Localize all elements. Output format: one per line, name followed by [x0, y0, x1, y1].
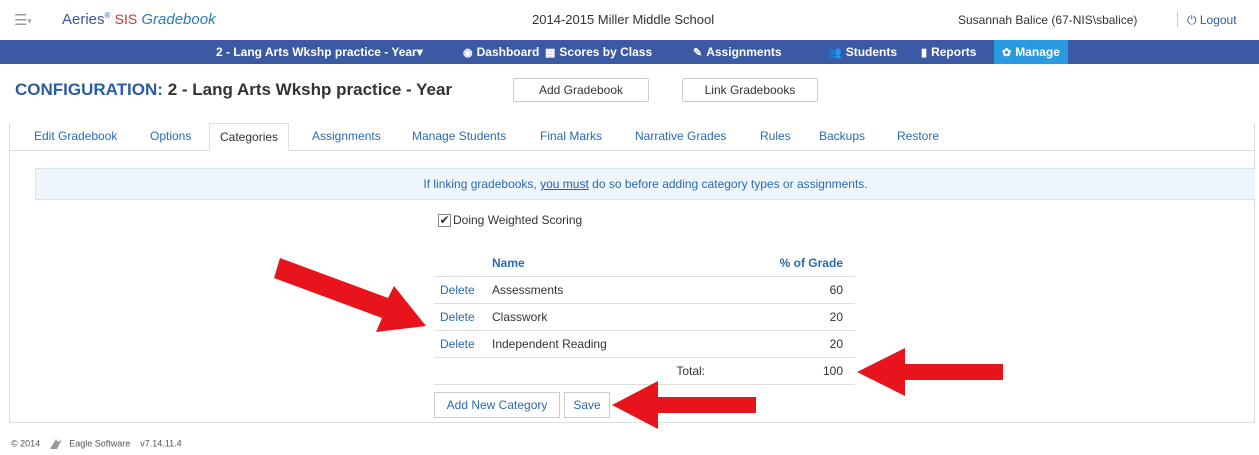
category-name: Assessments [492, 276, 750, 304]
table-row: Delete Independent Reading 20 [434, 330, 855, 358]
edit-icon: ✎ [693, 47, 703, 59]
table-row: Delete Classwork 20 [434, 303, 855, 331]
page-title-value: 2 - Lang Arts Wkshp practice - Year [167, 80, 453, 99]
nav-students-label: Students [845, 45, 898, 59]
delete-link[interactable]: Delete [440, 337, 475, 351]
red-arrow-icon [612, 381, 756, 429]
tab-underline [9, 150, 1255, 151]
table-icon: ▦ [545, 47, 556, 59]
school-name: 2014-2015 Miller Middle School [532, 12, 715, 27]
users-icon: 👥 [828, 47, 842, 59]
dashboard-icon: ◉ [463, 47, 473, 59]
nav-reports[interactable]: ▮ Reports [921, 40, 976, 64]
tab-categories[interactable]: Categories [209, 123, 290, 151]
caret-down-icon: ▾ [416, 45, 423, 59]
user-name: Susannah Balice (67-NIS\sbalice) [958, 13, 1138, 27]
info-banner: If linking gradebooks, you must do so be… [35, 168, 1255, 200]
main-nav: 2 - Lang Arts Wkshp practice - Year▾ ◉ Da… [0, 40, 1259, 64]
header-percent: % of Grade [750, 250, 855, 277]
category-table: Name % of Grade Delete Assessments 60 De… [434, 250, 855, 385]
category-name: Independent Reading [492, 330, 750, 358]
save-button[interactable]: Save [564, 392, 610, 418]
eagle-logo-icon [49, 439, 62, 449]
tab-backups[interactable]: Backups [819, 129, 865, 143]
footer: © 2014 Eagle Software v7.14.11.4 [11, 438, 182, 450]
tab-manage-students[interactable]: Manage Students [412, 129, 506, 143]
weighted-scoring-label: Doing Weighted Scoring [453, 213, 583, 227]
gear-icon: ✿ [1002, 47, 1012, 59]
tab-narrative-grades[interactable]: Narrative Grades [635, 129, 726, 143]
link-gradebooks-button[interactable]: Link Gradebooks [682, 78, 818, 102]
gradebook-selector[interactable]: 2 - Lang Arts Wkshp practice - Year▾ [216, 40, 423, 64]
brand-gradebook: Gradebook [141, 11, 216, 28]
delete-link[interactable]: Delete [440, 283, 475, 297]
logout-link[interactable]: ⏻ Logout [1187, 13, 1237, 28]
nav-assignments[interactable]: ✎ Assignments [693, 40, 782, 64]
nav-manage[interactable]: ✿ Manage [994, 40, 1068, 64]
page-title-label: CONFIGURATION: [15, 80, 163, 99]
top-bar: ☰▾ Aeries® SIS Gradebook 2014-2015 Mille… [0, 0, 1259, 40]
tab-final-marks[interactable]: Final Marks [540, 129, 602, 143]
nav-students[interactable]: 👥 Students [828, 40, 897, 64]
footer-version: v7.14.11.4 [140, 438, 182, 449]
table-row: Delete Assessments 60 [434, 276, 855, 304]
header-divider [1177, 11, 1178, 27]
info-text-post: do so before adding category types or as… [592, 177, 868, 191]
add-new-category-button[interactable]: Add New Category [434, 392, 560, 418]
header-name: Name [492, 250, 750, 277]
footer-company: Eagle Software [69, 438, 131, 449]
gradebook-selector-label: 2 - Lang Arts Wkshp practice - Year [216, 45, 417, 59]
category-name: Classwork [492, 303, 750, 331]
app-brand[interactable]: Aeries® SIS Gradebook [62, 11, 216, 28]
nav-scores-by-class[interactable]: ▦ Scores by Class [545, 40, 652, 64]
total-value: 100 [750, 357, 855, 385]
category-percent: 20 [750, 303, 855, 331]
brand-aeries: Aeries [62, 11, 105, 28]
tab-edit-gradebook[interactable]: Edit Gradebook [34, 129, 117, 143]
nav-scores-label: Scores by Class [559, 45, 653, 59]
file-icon: ▮ [921, 47, 928, 59]
nav-dashboard-label: Dashboard [476, 45, 540, 59]
footer-copyright: © 2014 [11, 438, 41, 449]
header-actions [434, 250, 492, 277]
red-arrow-icon [274, 258, 426, 332]
hamburger-icon[interactable]: ☰▾ [14, 11, 31, 29]
red-arrow-icon [857, 348, 1003, 396]
power-icon: ⏻ [1187, 13, 1197, 27]
nav-manage-label: Manage [1015, 45, 1060, 59]
tab-assignments[interactable]: Assignments [312, 129, 381, 143]
tab-options[interactable]: Options [150, 129, 191, 143]
nav-dashboard[interactable]: ◉ Dashboard [463, 40, 539, 64]
logout-label: Logout [1199, 13, 1237, 27]
delete-link[interactable]: Delete [440, 310, 475, 324]
info-text-emphasis: you must [540, 177, 589, 191]
category-percent: 20 [750, 330, 855, 358]
brand-sis: SIS [114, 11, 138, 27]
page-title: CONFIGURATION: 2 - Lang Arts Wkshp pract… [15, 80, 452, 100]
info-text-pre: If linking gradebooks, [423, 177, 537, 191]
table-header-row: Name % of Grade [434, 250, 855, 277]
brand-registered: ® [104, 11, 111, 20]
weighted-scoring-row: ✔ Doing Weighted Scoring [438, 213, 583, 228]
nav-assignments-label: Assignments [706, 45, 782, 59]
category-percent: 60 [750, 276, 855, 304]
tab-rules[interactable]: Rules [760, 129, 791, 143]
tab-restore[interactable]: Restore [897, 129, 939, 143]
add-gradebook-button[interactable]: Add Gradebook [513, 78, 649, 102]
weighted-scoring-checkbox[interactable]: ✔ [438, 214, 451, 228]
nav-reports-label: Reports [931, 45, 977, 59]
